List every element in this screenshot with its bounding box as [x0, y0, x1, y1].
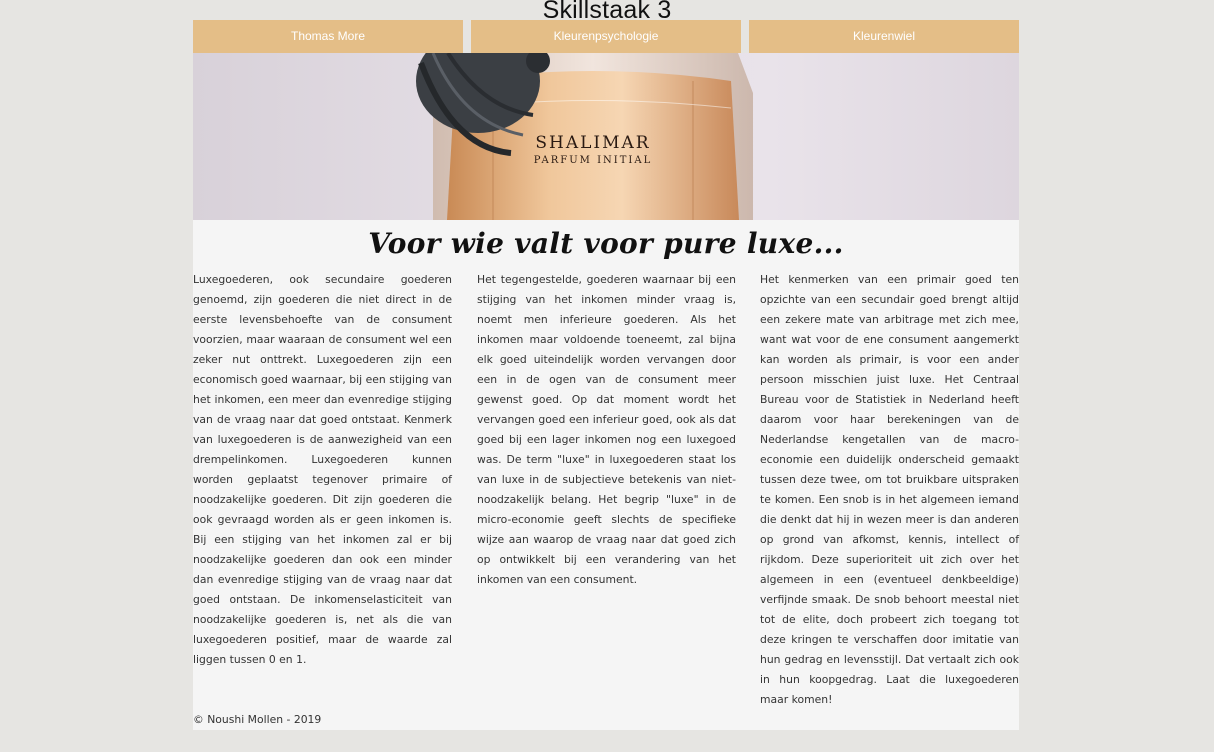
text-column-1: Luxegoederen, ook secundaire goederen ge…: [193, 273, 452, 666]
text-column-2: Het tegengestelde, goederen waarnaar bij…: [477, 273, 736, 586]
main-nav: Thomas More Kleurenpsychologie Kleurenwi…: [193, 20, 1019, 53]
nav-item-kleurenwiel[interactable]: Kleurenwiel: [749, 20, 1019, 53]
hero-banner-image: SHALIMAR PARFUM INITIAL: [193, 53, 1019, 220]
main-content: Voor wie valt voor pure luxe... Luxegoed…: [193, 220, 1019, 730]
bottle-label-line1: SHALIMAR: [535, 133, 650, 153]
text-column-3: Het kenmerken van een primair goed ten o…: [760, 273, 1019, 706]
bottle-label-line2: PARFUM INITIAL: [534, 155, 652, 166]
tagline: Voor wie valt voor pure luxe...: [368, 227, 844, 260]
nav-item-kleurenpsychologie[interactable]: Kleurenpsychologie: [471, 20, 741, 53]
nav-item-thomas-more[interactable]: Thomas More: [193, 20, 463, 53]
footer-copyright: © Noushi Mollen - 2019: [193, 713, 322, 726]
